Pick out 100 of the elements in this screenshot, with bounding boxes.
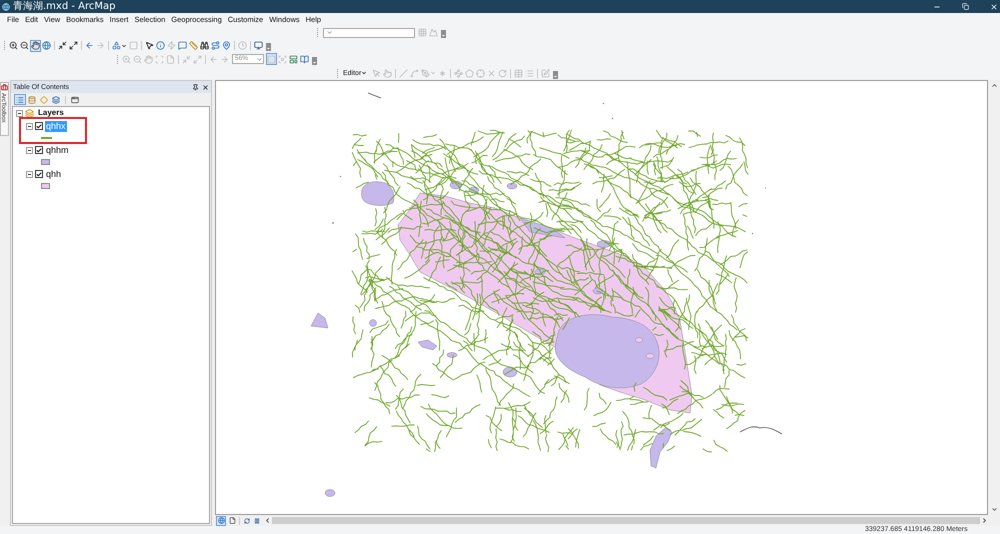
pan-button[interactable] <box>30 40 41 52</box>
collapse-icon[interactable] <box>26 146 33 154</box>
pencil-square-icon <box>541 68 550 78</box>
curve-icon <box>410 68 420 78</box>
back-button[interactable] <box>84 40 95 52</box>
layout-view-button[interactable] <box>227 516 237 526</box>
monitor-icon <box>254 41 263 50</box>
window-title: 青海湖.mxd - ArcMap <box>13 0 116 13</box>
cross-icon <box>487 68 496 78</box>
pin-icon[interactable] <box>192 84 199 90</box>
info-icon <box>156 41 165 50</box>
speech-bubble-icon <box>178 41 187 50</box>
layer-name[interactable]: qhh <box>45 168 62 180</box>
focus-icon <box>278 54 287 64</box>
zoom-in-button[interactable] <box>8 40 19 52</box>
crosshair-icon <box>476 68 486 78</box>
scrollbar-thumb[interactable] <box>272 517 980 524</box>
refresh-icon <box>244 518 250 524</box>
layout-icon <box>289 54 298 64</box>
back-arrow-icon <box>85 41 94 50</box>
full-extent-button[interactable] <box>41 40 52 52</box>
data-frame-name[interactable]: Layers <box>38 109 64 117</box>
diamond-icon <box>40 96 48 104</box>
list-icon <box>16 96 24 104</box>
caret-icon <box>256 56 263 62</box>
pointer-icon <box>372 68 382 78</box>
scroll-up-icon[interactable] <box>990 82 998 89</box>
data-view-button[interactable] <box>216 516 226 526</box>
select-features-button[interactable] <box>111 40 128 52</box>
data-driven-pages-button[interactable] <box>299 53 310 65</box>
find-button[interactable] <box>199 40 210 52</box>
forward-arrow-icon <box>220 54 229 64</box>
select-elements-button[interactable] <box>144 40 155 52</box>
asterisk-icon <box>438 68 448 78</box>
grid-icon <box>418 28 427 37</box>
toolbar-options-icon[interactable] <box>553 71 558 79</box>
layer-checkbox[interactable] <box>35 122 43 130</box>
collapse-icon[interactable] <box>26 122 33 130</box>
book-icon <box>300 54 309 64</box>
fixed-zoom-out-button[interactable] <box>68 40 79 52</box>
globe-icon <box>218 517 224 524</box>
lightning-icon <box>167 41 176 50</box>
arrows-outward-icon <box>69 41 78 50</box>
layers-icon <box>52 96 60 104</box>
globe-icon <box>42 41 51 50</box>
zoom-in-icon <box>122 54 131 64</box>
list-icon <box>525 68 534 78</box>
hand-icon <box>31 41 40 50</box>
zoom-out-icon <box>20 41 29 50</box>
layer-name[interactable]: qhhm <box>45 144 70 156</box>
window-icon <box>71 96 79 104</box>
zoom-out-icon <box>133 54 142 64</box>
find-route-button[interactable] <box>210 40 221 52</box>
back-arrow-icon <box>209 54 218 64</box>
shapes-icon <box>112 41 121 50</box>
arrows-inward-icon <box>182 54 191 64</box>
identify-button[interactable] <box>155 40 166 52</box>
pen-icon <box>421 68 430 78</box>
pause-icon <box>254 518 260 524</box>
mountain-icon <box>429 28 438 37</box>
pause-button[interactable] <box>252 516 261 526</box>
caret-icon <box>361 70 368 76</box>
fixed-zoom-in-button[interactable] <box>57 40 68 52</box>
restore-icon[interactable] <box>962 3 969 10</box>
close-icon[interactable] <box>202 84 209 90</box>
toolbar-options-icon[interactable] <box>441 30 446 38</box>
toolbox-icon <box>1 84 8 91</box>
caret-icon <box>430 70 436 76</box>
scroll-left-icon[interactable] <box>264 517 271 524</box>
forward-arrow-icon <box>96 41 105 50</box>
list-by-selection-button[interactable] <box>50 94 62 105</box>
list-by-source-button[interactable] <box>26 94 38 105</box>
scroll-right-icon[interactable] <box>981 517 988 524</box>
zoom-out-button[interactable] <box>19 40 30 52</box>
options-button[interactable] <box>69 94 81 105</box>
hand-icon <box>144 54 153 64</box>
scroll-down-icon[interactable] <box>990 506 998 513</box>
list-by-visibility-button[interactable] <box>38 94 50 105</box>
zoom-in-icon <box>9 41 18 50</box>
go-to-xy-button[interactable] <box>221 40 232 52</box>
check-icon <box>36 170 42 178</box>
caret-icon <box>121 42 127 48</box>
viewer-window-button[interactable] <box>253 40 264 52</box>
toolbar-options-icon[interactable] <box>266 43 271 51</box>
binoculars-icon <box>200 41 209 50</box>
layer-checkbox[interactable] <box>35 146 43 154</box>
page-icon <box>228 517 236 524</box>
change-layout-button[interactable] <box>288 53 299 65</box>
html-popup-button[interactable] <box>177 40 188 52</box>
layer-checkbox[interactable] <box>35 170 43 178</box>
toolbar-options-icon[interactable] <box>312 57 317 65</box>
refresh-button[interactable] <box>242 516 251 526</box>
check-icon <box>36 122 42 130</box>
list-by-drawing-order-button[interactable] <box>14 94 26 105</box>
frame-corners-icon <box>155 54 164 64</box>
app-icon <box>2 2 10 10</box>
arrows-outward-icon <box>193 54 202 64</box>
collapse-icon[interactable] <box>26 170 33 178</box>
pointer-icon <box>145 41 154 50</box>
collapse-icon[interactable] <box>16 110 23 116</box>
